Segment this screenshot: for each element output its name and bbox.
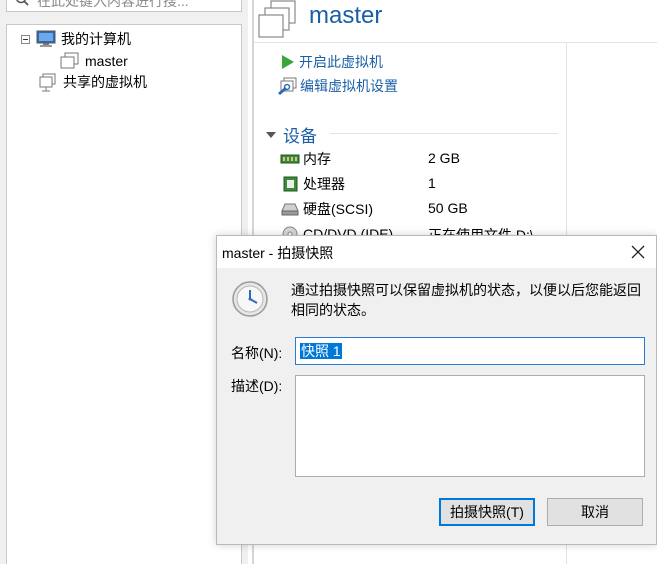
tree-item-shared-vms[interactable]: 共享的虚拟机 — [37, 72, 147, 92]
name-label: 名称(N): — [231, 345, 283, 361]
vm-header-icon — [258, 0, 296, 38]
library-search-input[interactable]: 在此处键入内容进行搜... — [6, 0, 242, 12]
edit-settings-label: 编辑虚拟机设置 — [300, 78, 398, 94]
snapshot-description-input[interactable] — [295, 375, 645, 477]
dialog-message: 通过拍摄快照可以保留虚拟机的状态，以便以后您能返回相同的状态。 — [291, 282, 641, 318]
tree-item-master[interactable]: master — [59, 51, 128, 71]
search-icon — [16, 0, 29, 6]
device-row-hard-disk[interactable]: 硬盘(SCSI) — [280, 198, 373, 220]
device-name: 硬盘(SCSI) — [303, 201, 373, 217]
dialog-titlebar[interactable]: master - 拍摄快照 — [217, 236, 656, 268]
search-placeholder: 在此处键入内容进行搜... — [37, 0, 189, 9]
computer-icon — [36, 30, 56, 47]
tree-item-label: 共享的虚拟机 — [63, 74, 147, 90]
shared-vm-icon — [39, 73, 56, 92]
devices-header-label: 设备 — [283, 127, 317, 146]
dialog-title: master - 拍摄快照 — [222, 245, 334, 261]
cancel-button[interactable]: 取消 — [547, 498, 643, 526]
collapse-triangle-icon — [266, 131, 276, 138]
device-value: 2 GB — [428, 150, 460, 166]
devices-section-header[interactable]: 设备 — [265, 122, 317, 147]
tree-item-label: master — [85, 53, 128, 69]
power-on-label: 开启此虚拟机 — [299, 54, 383, 70]
memory-icon — [280, 154, 300, 164]
device-value: 50 GB — [428, 200, 468, 216]
clock-icon — [232, 281, 268, 317]
device-name: 内存 — [303, 151, 331, 167]
description-label: 描述(D): — [231, 378, 283, 394]
vm-title: master — [309, 2, 383, 29]
section-divider — [330, 133, 558, 134]
settings-icon — [278, 77, 297, 95]
take-snapshot-button[interactable]: 拍摄快照(T) — [439, 498, 535, 526]
close-icon[interactable] — [628, 242, 648, 262]
cpu-icon — [283, 176, 298, 192]
take-snapshot-dialog: master - 拍摄快照 通过拍摄快照可以保留虚拟机的状态，以便以后您能返回相… — [216, 235, 657, 545]
device-name: 处理器 — [303, 176, 345, 192]
collapse-toggle-icon[interactable] — [21, 34, 30, 44]
tree-item-my-computer[interactable]: 我的计算机 — [21, 29, 131, 49]
power-on-link[interactable]: 开启此虚拟机 — [280, 52, 383, 72]
vm-icon — [60, 52, 79, 69]
header-divider — [254, 42, 657, 43]
snapshot-name-value: 快照 1 — [300, 343, 342, 359]
edit-settings-link[interactable]: 编辑虚拟机设置 — [277, 76, 398, 96]
tree-item-label: 我的计算机 — [61, 31, 131, 47]
library-tree: 我的计算机 master 共享的虚拟机 — [6, 24, 242, 564]
vmware-window: 在此处键入内容进行搜... 我的计算机 master 共享的虚拟机 master… — [0, 0, 657, 564]
device-row-memory[interactable]: 内存 — [280, 148, 331, 170]
device-value: 1 — [428, 175, 436, 191]
play-icon — [282, 55, 294, 69]
device-row-processor[interactable]: 处理器 — [280, 173, 345, 195]
hdd-icon — [281, 203, 299, 216]
snapshot-name-input[interactable]: 快照 1 — [295, 337, 645, 365]
